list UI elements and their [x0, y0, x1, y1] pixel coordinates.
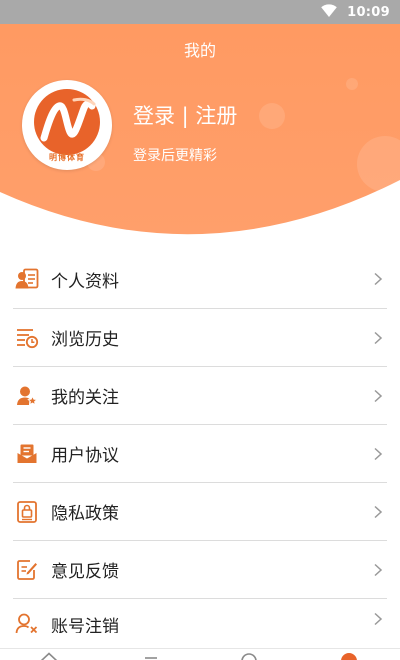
chevron-right-icon	[374, 505, 383, 518]
account-remove-icon	[15, 612, 39, 633]
agreement-envelope-icon	[15, 442, 39, 466]
status-bar: 10:09	[0, 0, 400, 24]
menu-item-following[interactable]: 我的关注	[13, 367, 387, 425]
bottom-tab-bar	[0, 648, 400, 660]
avatar[interactable]: 明博体育	[22, 80, 112, 170]
avatar-caption: 明博体育	[49, 153, 85, 162]
chevron-right-icon	[374, 447, 383, 460]
status-time: 10:09	[347, 4, 390, 20]
privacy-lock-icon	[15, 500, 39, 524]
menu-item-label: 用户协议	[51, 446, 119, 466]
screen: 10:09 我的 明博体育 登录 | 注册 登录后更精彩 个人资料 浏览历史 我…	[0, 0, 400, 660]
menu-list: 个人资料 浏览历史 我的关注 用户协议 隐私政策 意见反馈 账号注销	[0, 250, 400, 633]
profile-header: 我的 明博体育 登录 | 注册 登录后更精彩	[0, 24, 400, 250]
feedback-edit-icon	[15, 558, 39, 582]
menu-item-feedback[interactable]: 意见反馈	[13, 541, 387, 599]
login-subtitle: 登录后更精彩	[133, 148, 217, 164]
page-title: 我的	[183, 41, 216, 60]
menu-item-profile[interactable]: 个人资料	[13, 250, 387, 309]
news-tab-icon[interactable]	[143, 652, 159, 660]
match-tab-icon[interactable]	[240, 652, 258, 660]
follow-star-icon	[15, 384, 39, 408]
home-tab-icon[interactable]	[40, 652, 58, 660]
wifi-icon	[321, 3, 337, 21]
chevron-right-icon	[374, 563, 383, 576]
menu-item-label: 个人资料	[51, 271, 119, 292]
menu-item-account-cancel[interactable]: 账号注销	[13, 599, 387, 633]
menu-item-user-agreement[interactable]: 用户协议	[13, 425, 387, 483]
menu-item-label: 意见反馈	[51, 562, 119, 582]
chevron-right-icon	[374, 331, 383, 344]
login-register-link[interactable]: 登录 | 注册	[133, 100, 237, 130]
menu-item-label: 浏览历史	[51, 330, 119, 350]
chevron-right-icon	[374, 272, 383, 286]
chevron-right-icon	[374, 612, 383, 626]
history-list-icon	[15, 326, 39, 350]
menu-item-history[interactable]: 浏览历史	[13, 309, 387, 367]
menu-item-privacy-policy[interactable]: 隐私政策	[13, 483, 387, 541]
menu-item-label: 我的关注	[51, 388, 119, 408]
menu-item-label: 账号注销	[51, 617, 119, 633]
chevron-right-icon	[374, 389, 383, 402]
profile-card-icon	[15, 267, 39, 291]
menu-item-label: 隐私政策	[51, 504, 119, 524]
mine-tab-icon[interactable]	[340, 652, 358, 660]
